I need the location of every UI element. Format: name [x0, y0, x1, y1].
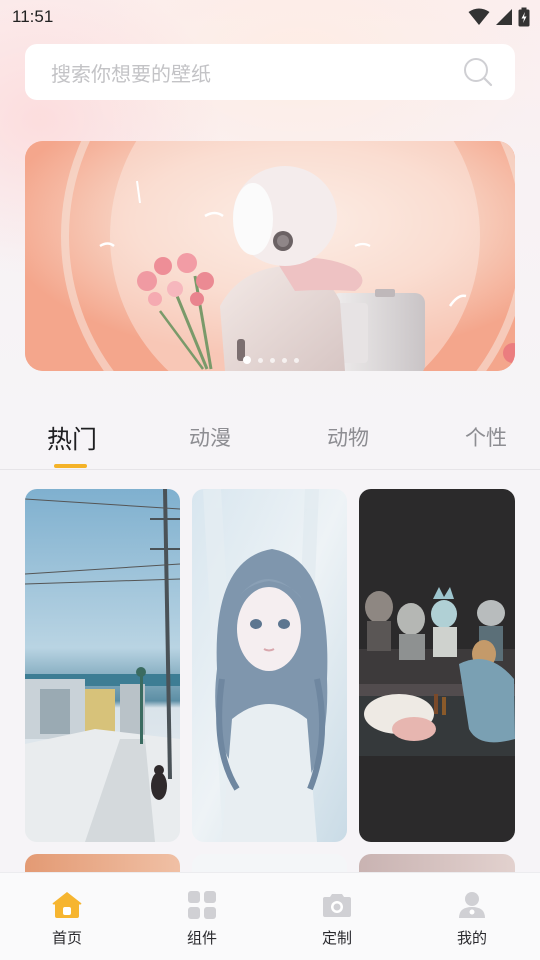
banner-carousel[interactable]: [25, 141, 515, 371]
carousel-dot[interactable]: [282, 357, 287, 363]
home-icon: [52, 892, 82, 918]
carousel-dot[interactable]: [258, 357, 263, 363]
wallpaper-grid: [0, 489, 540, 894]
status-icons: [468, 7, 530, 27]
nav-customize[interactable]: 定制: [287, 873, 387, 960]
search-icon[interactable]: [463, 57, 493, 87]
nav-profile-label: 我的: [456, 929, 487, 947]
nav-widgets[interactable]: 组件: [152, 873, 252, 960]
wallpaper-image: [359, 489, 515, 842]
camera-icon: [323, 894, 351, 917]
nav-customize-label: 定制: [321, 929, 352, 947]
wallpaper-card-cartoon-bar[interactable]: [359, 489, 515, 842]
status-bar: 11:51: [0, 0, 540, 34]
widgets-grid-icon: [188, 891, 216, 919]
carousel-dot-active[interactable]: [243, 356, 251, 364]
nav-widgets-label: 组件: [186, 929, 217, 947]
tab-anime[interactable]: 动漫: [189, 422, 231, 452]
tab-personality[interactable]: 个性: [465, 422, 507, 452]
category-tabs: 热门 动漫 动物 个性: [0, 410, 540, 470]
profile-icon: [459, 892, 485, 918]
search-input[interactable]: 搜索你想要的壁纸: [51, 58, 463, 87]
nav-home[interactable]: 首页: [17, 873, 117, 960]
active-tab-indicator: [54, 464, 87, 468]
wallpaper-card-anime-girl[interactable]: [192, 489, 347, 842]
search-bar[interactable]: 搜索你想要的壁纸: [25, 44, 515, 100]
wallpaper-image: [25, 489, 180, 842]
tab-hot[interactable]: 热门: [47, 420, 97, 456]
wifi-icon: [468, 8, 490, 25]
status-time: 11:51: [12, 7, 54, 26]
nav-home-label: 首页: [51, 929, 82, 947]
wallpaper-image: [192, 489, 347, 842]
wallpaper-card-snowy-street[interactable]: [25, 489, 180, 842]
bottom-navigation: 首页 组件 定制 我的: [0, 872, 540, 960]
nav-profile[interactable]: 我的: [422, 873, 522, 960]
carousel-dots: [243, 356, 299, 364]
banner-image-astronaut[interactable]: [25, 141, 515, 371]
battery-icon: [518, 7, 530, 27]
carousel-dot[interactable]: [270, 357, 275, 363]
tab-animals[interactable]: 动物: [327, 422, 369, 452]
cellular-signal-icon: [496, 9, 512, 25]
carousel-dot[interactable]: [294, 357, 299, 363]
